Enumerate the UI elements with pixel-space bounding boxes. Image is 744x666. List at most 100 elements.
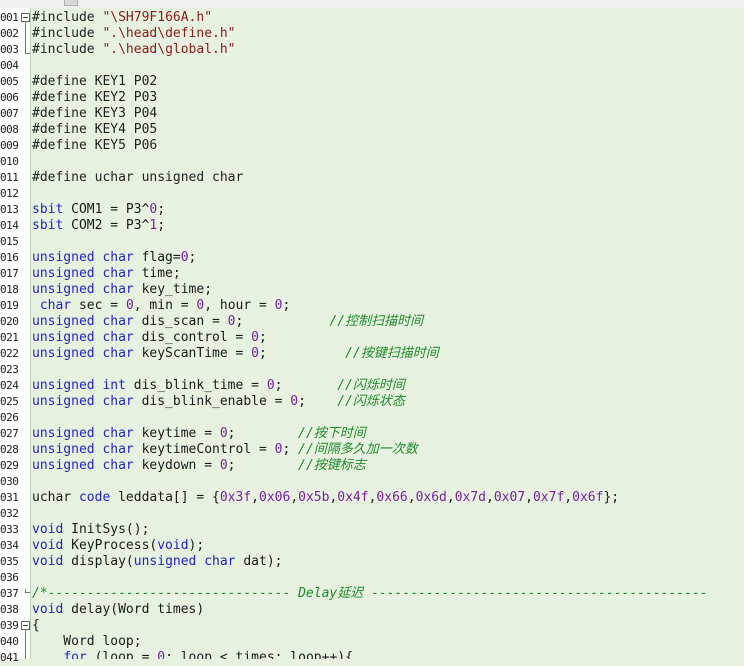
code-line[interactable]: unsigned char keydown = 0; //按键标志 [32, 458, 366, 474]
code-comment: //按键扫描时间 [345, 346, 439, 361]
code-token: flag= [133, 250, 181, 265]
line-number: 008 [0, 123, 19, 136]
code-line[interactable]: sbit COM1 = P3^0; [32, 202, 165, 218]
code-line[interactable]: #define KEY5 P06 [32, 138, 157, 154]
code-line[interactable]: #include ".\head\global.h" [32, 42, 236, 58]
line-number: 041 [0, 651, 19, 664]
code-line[interactable]: unsigned char dis_scan = 0; //控制扫描时间 [32, 314, 423, 330]
code-token: unsigned char [32, 458, 134, 473]
code-token: sec = [71, 298, 126, 313]
code-token: ; [298, 394, 338, 409]
code-line[interactable]: void InitSys(); [32, 522, 149, 538]
code-line[interactable]: sbit COM2 = P3^1; [32, 218, 165, 234]
code-token: ; [227, 426, 299, 441]
code-token: 0 [125, 298, 134, 313]
code-token: , [446, 490, 455, 505]
code-token: #include [32, 42, 103, 57]
code-token: sbit [32, 202, 64, 217]
code-line[interactable]: void delay(Word times) [32, 602, 204, 618]
code-token: delay(Word times) [63, 602, 205, 617]
code-token: 0x7f [532, 490, 565, 505]
code-token: 0 [266, 378, 275, 393]
code-token: unsigned char [32, 426, 134, 441]
line-number: 020 [0, 315, 19, 328]
line-number: 036 [0, 571, 19, 584]
code-token: 0 [251, 346, 259, 361]
line-number: 005 [0, 75, 19, 88]
code-line[interactable]: #define uchar unsigned char [32, 170, 243, 186]
line-number: 037 [0, 587, 19, 600]
code-token: , [564, 490, 573, 505]
line-number: 011 [0, 171, 19, 184]
code-token: leddata[] = { [110, 490, 220, 505]
code-comment: //闪烁时间 [337, 378, 405, 393]
code-token: ".\head\define.h" [102, 26, 236, 41]
code-token: dis_control = [133, 330, 252, 345]
code-line[interactable]: unsigned char flag=0; [32, 250, 196, 266]
code-line[interactable]: #define KEY3 P04 [32, 106, 157, 122]
line-number: 009 [0, 139, 19, 152]
code-line[interactable]: void KeyProcess(void); [32, 538, 204, 554]
code-token: void [157, 538, 189, 553]
code-token: #define KEY1 P02 [32, 74, 158, 89]
code-line[interactable]: void display(unsigned char dat); [32, 554, 282, 570]
code-token: code [78, 490, 111, 505]
code-line[interactable]: #include "\SH79F166A.h" [32, 10, 212, 26]
tab-stub[interactable] [64, 0, 78, 6]
code-line[interactable]: unsigned char dis_blink_enable = 0; //闪烁… [32, 394, 405, 410]
line-number: 023 [0, 363, 19, 376]
code-token: 0 [290, 394, 299, 409]
code-line[interactable]: char sec = 0, min = 0, hour = 0; [32, 298, 291, 314]
code-token: display( [63, 554, 134, 569]
code-line[interactable]: unsigned char time; [32, 266, 181, 282]
line-number: 024 [0, 379, 19, 392]
code-line[interactable]: unsigned char dis_control = 0; [32, 330, 267, 346]
code-line[interactable]: unsigned int dis_blink_time = 0; //闪烁时间 [32, 378, 405, 394]
code-token: dis_blink_enable = [133, 394, 291, 409]
code-token: , min = [133, 298, 197, 313]
code-line[interactable]: #include ".\head\define.h" [32, 26, 236, 42]
code-token: InitSys(); [63, 522, 150, 537]
code-line[interactable]: /*------------------------------- Delay延… [32, 586, 708, 602]
code-line[interactable]: #define KEY2 P03 [32, 90, 157, 106]
code-editor[interactable]: #include "\SH79F166A.h" #include ".\head\… [31, 8, 744, 659]
code-token: 0x07 [493, 490, 526, 505]
code-token: unsigned char [32, 250, 134, 265]
fold-end-mark [25, 592, 30, 593]
code-token: { [32, 618, 40, 633]
line-number: 026 [0, 411, 19, 424]
code-token: 0x5b [298, 490, 330, 505]
code-line[interactable]: for (loop = 0; loop < times; loop++){ [32, 650, 353, 659]
code-token: 0 [227, 314, 236, 329]
code-token: #include [32, 26, 103, 41]
code-token: , hour = [204, 298, 275, 313]
code-token: ); [188, 538, 205, 553]
line-number: 007 [0, 107, 19, 120]
line-number: 004 [0, 59, 19, 72]
code-token: key_time; [133, 282, 213, 297]
code-token: unsigned char [32, 314, 134, 329]
code-line[interactable]: unsigned char key_time; [32, 282, 212, 298]
code-line[interactable]: unsigned char keytime = 0; //按下时间 [32, 426, 366, 442]
code-line[interactable]: { [32, 618, 40, 634]
code-token: #include [32, 10, 103, 25]
code-line[interactable]: #define KEY1 P02 [32, 74, 157, 90]
line-number: 010 [0, 155, 19, 168]
code-line[interactable]: unsigned char keytimeControl = 0; //间隔多久… [32, 442, 418, 458]
code-token: #define KEY5 P06 [32, 138, 158, 153]
code-token: unsigned char [32, 330, 134, 345]
code-line[interactable]: uchar code leddata[] = {0x3f,0x06,0x5b,0… [32, 490, 619, 506]
code-line[interactable]: Word loop; [32, 634, 141, 650]
code-line[interactable]: #define KEY4 P05 [32, 122, 157, 138]
code-token: #define KEY2 P03 [32, 90, 158, 105]
code-token: keydown = [133, 458, 220, 473]
code-comment: //按键标志 [298, 458, 366, 473]
code-token: void [32, 554, 64, 569]
code-token: unsigned char [32, 394, 134, 409]
code-token: 0x6f [572, 490, 604, 505]
fold-end-mark [25, 53, 30, 54]
line-number: 002 [0, 27, 19, 40]
line-number: 032 [0, 507, 19, 520]
code-line[interactable]: unsigned char keyScanTime = 0; //按键扫描时间 [32, 346, 439, 362]
code-token: unsigned char [32, 442, 134, 457]
